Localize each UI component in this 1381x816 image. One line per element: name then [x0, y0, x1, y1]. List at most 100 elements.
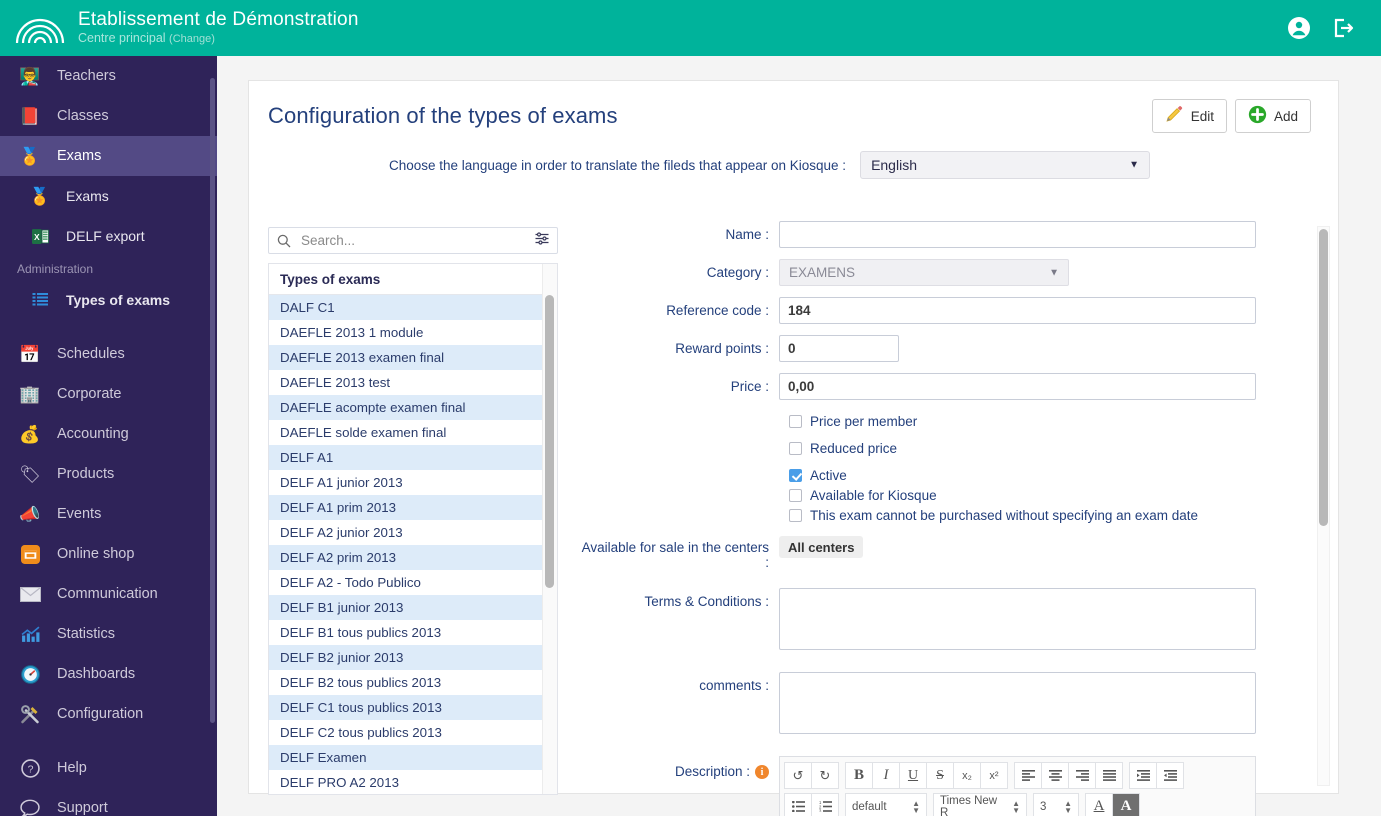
italic-icon[interactable]: I [872, 762, 900, 789]
gauge-icon [17, 662, 43, 686]
strikethrough-icon[interactable]: S [926, 762, 954, 789]
sidebar-subitem-types-of-exams[interactable]: Types of exams [0, 280, 217, 320]
name-field[interactable] [779, 221, 1256, 248]
highlight-color-icon[interactable]: A [1112, 793, 1140, 816]
style-select-value: default [852, 800, 887, 813]
price-field[interactable]: 0,00 [779, 373, 1256, 400]
align-left-icon[interactable] [1014, 762, 1042, 789]
numbered-list-icon[interactable]: 123 [811, 793, 839, 816]
table-body[interactable]: DALF C1 DAEFLE 2013 1 module DAEFLE 2013 e… [269, 295, 557, 794]
table-row[interactable]: DELF A2 - Todo Publico [269, 570, 557, 595]
table-row[interactable]: DELF A1 prim 2013 [269, 495, 557, 520]
sidebar-item-accounting[interactable]: 💰 Accounting [0, 414, 217, 454]
form-scrollbar-thumb[interactable] [1319, 229, 1328, 526]
redo-icon[interactable]: ↻ [811, 762, 839, 789]
field-row-reference-code: Reference code : 184 [579, 297, 1309, 324]
sidebar-item-label: Help [57, 760, 87, 776]
table-row[interactable]: DAEFLE 2013 1 module [269, 320, 557, 345]
table-row-label: DELF B2 junior 2013 [280, 650, 404, 665]
edit-button[interactable]: Edit [1151, 99, 1227, 133]
filter-sliders-icon[interactable] [535, 231, 549, 250]
reward-points-field[interactable]: 0 [779, 335, 899, 362]
chevron-down-icon: ▼ [1049, 267, 1059, 278]
all-centers-chip[interactable]: All centers [779, 536, 864, 558]
info-icon[interactable]: i [755, 765, 769, 780]
sidebar-item-communication[interactable]: Communication [0, 574, 217, 614]
sidebar-subitem-exams[interactable]: 🏅 Exams [0, 176, 217, 216]
main-sidebar[interactable]: 👨‍🏫 Teachers 📕 Classes 🏅 Exams 🏅 Exams X [0, 56, 217, 816]
table-row[interactable]: DELF B2 tous publics 2013 [269, 670, 557, 695]
undo-icon[interactable]: ↺ [784, 762, 812, 789]
table-row[interactable]: DAEFLE solde examen final [269, 420, 557, 445]
table-row[interactable]: DELF A1 [269, 445, 557, 470]
size-select[interactable]: 3 ▲ ▼ [1033, 793, 1079, 816]
reference-code-field[interactable]: 184 [779, 297, 1256, 324]
align-right-icon[interactable] [1068, 762, 1096, 789]
list-scrollbar-track[interactable] [542, 264, 557, 794]
office-building-icon: 🏢 [19, 384, 41, 404]
list-scrollbar-thumb[interactable] [545, 295, 554, 588]
user-circle-icon[interactable] [1287, 16, 1311, 40]
sidebar-item-configuration[interactable]: Configuration [0, 694, 217, 734]
table-row[interactable]: DELF Examen [269, 745, 557, 770]
sidebar-item-schedules[interactable]: 📅 Schedules [0, 334, 217, 374]
books-icon: 📕 [19, 106, 41, 126]
table-row[interactable]: DELF A2 junior 2013 [269, 520, 557, 545]
table-row[interactable]: DELF C1 tous publics 2013 [269, 695, 557, 720]
superscript-icon[interactable]: x² [980, 762, 1008, 789]
align-justify-icon[interactable] [1095, 762, 1123, 789]
table-row[interactable]: DELF B2 junior 2013 [269, 645, 557, 670]
sidebar-scrollbar[interactable] [210, 78, 215, 723]
sidebar-item-products[interactable]: 🏷 Products [0, 454, 217, 494]
logout-icon[interactable] [1331, 16, 1355, 40]
editor-toolbar-row-1: ↺ ↻ B I U S x₂ x² [784, 762, 1251, 789]
requires-exam-date-checkbox[interactable] [789, 508, 802, 522]
sidebar-item-teachers[interactable]: 👨‍🏫 Teachers [0, 56, 217, 96]
sidebar-item-support[interactable]: Support [0, 788, 217, 816]
font-color-icon[interactable]: A [1085, 793, 1113, 816]
sidebar-item-classes[interactable]: 📕 Classes [0, 96, 217, 136]
subscript-icon[interactable]: x₂ [953, 762, 981, 789]
add-button[interactable]: Add [1234, 99, 1311, 133]
table-row[interactable]: DELF C2 tous publics 2013 [269, 720, 557, 745]
sidebar-item-statistics[interactable]: Statistics [0, 614, 217, 654]
indent-icon[interactable] [1129, 762, 1157, 789]
search-box[interactable] [268, 227, 558, 254]
table-row[interactable]: DELF A2 prim 2013 [269, 545, 557, 570]
table-row[interactable]: DAEFLE 2013 test [269, 370, 557, 395]
editor-toolbar-row-2: 123 default ▲ ▼ Times New R ▲ ▼ 3 ▲ ▼ A … [784, 793, 1251, 816]
sidebar-subitem-delf-export[interactable]: X DELF export [0, 216, 217, 256]
table-row[interactable]: DALF C1 [269, 295, 557, 320]
align-center-icon[interactable] [1041, 762, 1069, 789]
underline-icon[interactable]: U [899, 762, 927, 789]
font-select[interactable]: Times New R ▲ ▼ [933, 793, 1027, 816]
available-kiosque-checkbox[interactable] [789, 488, 802, 502]
sidebar-item-online-shop[interactable]: Online shop [0, 534, 217, 574]
comments-textarea[interactable] [779, 672, 1256, 734]
active-checkbox[interactable] [789, 468, 802, 482]
bold-icon[interactable]: B [845, 762, 873, 789]
terms-textarea[interactable] [779, 588, 1256, 650]
table-row[interactable]: DELF A1 junior 2013 [269, 470, 557, 495]
sidebar-item-exams[interactable]: 🏅 Exams [0, 136, 217, 176]
sidebar-item-dashboards[interactable]: Dashboards [0, 654, 217, 694]
reduced-price-checkbox[interactable] [789, 441, 802, 455]
table-row[interactable]: DELF B1 junior 2013 [269, 595, 557, 620]
search-input[interactable] [299, 232, 549, 249]
table-row[interactable]: DAEFLE acompte examen final [269, 395, 557, 420]
category-select[interactable]: EXAMENS ▼ [779, 259, 1069, 286]
table-row[interactable]: DAEFLE 2013 examen final [269, 345, 557, 370]
sidebar-item-events[interactable]: 📣 Events [0, 494, 217, 534]
table-row[interactable]: DELF PRO A2 2013 [269, 770, 557, 794]
sidebar-item-corporate[interactable]: 🏢 Corporate [0, 374, 217, 414]
bullet-list-icon[interactable] [784, 793, 812, 816]
center-name: Centre principal [78, 31, 166, 46]
language-select[interactable]: English ▼ [860, 151, 1151, 179]
style-select[interactable]: default ▲ ▼ [845, 793, 927, 816]
change-center-link[interactable]: (Change) [169, 33, 215, 45]
table-row[interactable]: DELF B1 tous publics 2013 [269, 620, 557, 645]
outdent-icon[interactable] [1156, 762, 1184, 789]
price-per-member-checkbox[interactable] [789, 414, 802, 428]
sidebar-item-help[interactable]: ? Help [0, 748, 217, 788]
